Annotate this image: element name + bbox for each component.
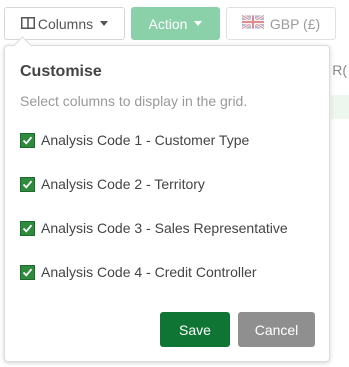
currency-button[interactable]: GBP (£): [226, 7, 336, 40]
columns-button-label: Columns: [37, 15, 94, 32]
save-button[interactable]: Save: [160, 312, 230, 347]
check-icon: [21, 265, 34, 279]
option-analysis-code-3[interactable]: Analysis Code 3 - Sales Representative: [20, 220, 288, 236]
analysis-code-1-label: Analysis Code 1 - Customer Type: [41, 132, 250, 148]
option-analysis-code-2[interactable]: Analysis Code 2 - Territory: [20, 176, 205, 192]
option-analysis-code-1[interactable]: Analysis Code 1 - Customer Type: [20, 132, 249, 148]
option-analysis-code-4[interactable]: Analysis Code 4 - Credit Controller: [20, 264, 257, 280]
check-icon: [21, 133, 34, 147]
analysis-code-4-label: Analysis Code 4 - Credit Controller: [41, 264, 257, 280]
caret-down-icon: [100, 21, 109, 26]
grid-header-fragment: R(: [332, 62, 347, 78]
popover-title: Customise: [20, 63, 102, 80]
analysis-code-2-label: Analysis Code 2 - Territory: [41, 176, 205, 192]
check-icon: [21, 221, 34, 235]
check-icon: [21, 177, 34, 191]
uk-flag-icon: [241, 14, 265, 32]
popover-description: Select columns to display in the grid.: [20, 93, 248, 109]
columns-icon: [20, 16, 35, 32]
currency-button-label: GBP (£): [269, 15, 321, 32]
analysis-code-3-checkbox[interactable]: [20, 220, 35, 236]
action-button[interactable]: Action: [131, 7, 220, 40]
action-button-label: Action: [148, 15, 188, 32]
cancel-button[interactable]: Cancel: [238, 312, 315, 347]
analysis-code-1-checkbox[interactable]: [20, 132, 35, 148]
analysis-code-2-checkbox[interactable]: [20, 176, 35, 192]
analysis-code-3-label: Analysis Code 3 - Sales Representative: [41, 220, 288, 236]
caret-down-icon: [194, 21, 203, 26]
grid-row-highlight: [331, 95, 349, 119]
page: Columns Action GBP (£) R( Customise Sele…: [0, 0, 349, 367]
customise-columns-popover: Customise Select columns to display in t…: [4, 36, 330, 362]
analysis-code-4-checkbox[interactable]: [20, 264, 35, 280]
